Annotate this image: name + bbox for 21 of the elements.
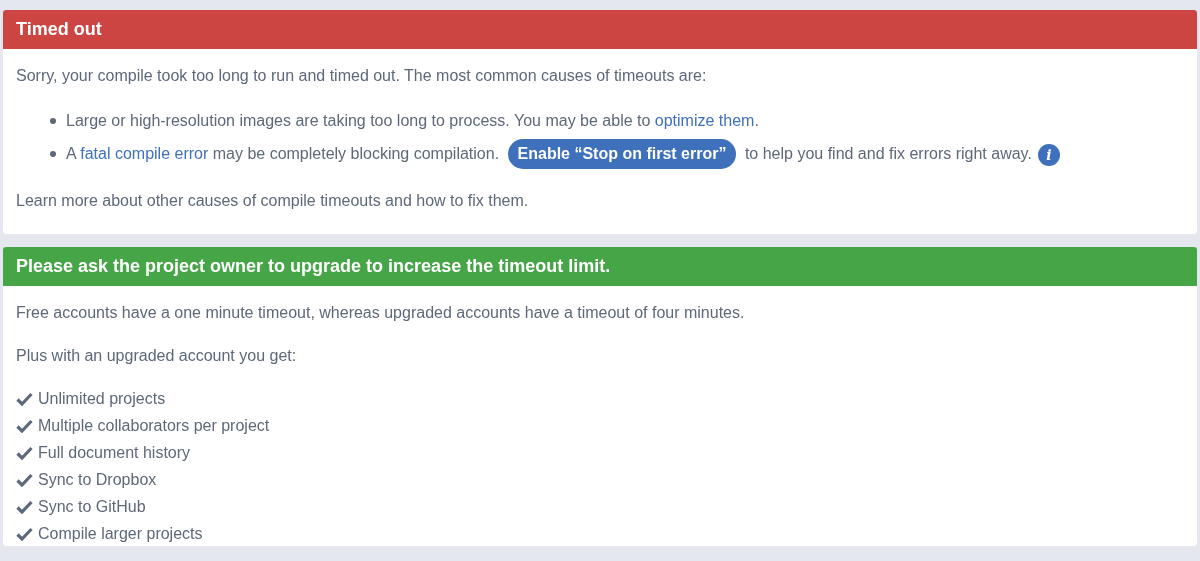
body-text: Learn more about other causes of compile timeouts and how to fix them.	[16, 192, 529, 209]
body-text: .	[754, 112, 759, 129]
body-text: Large or high-resolution images are taking too long to process. You may be able to	[66, 112, 652, 129]
link[interactable]: optimize them	[654, 112, 755, 129]
feature-text: Compile larger projects	[38, 524, 203, 544]
feature-text: Sync to GitHub	[38, 497, 146, 517]
feature-text: Multiple collaborators per project	[38, 416, 270, 436]
feature-text: Sync to Dropbox	[38, 470, 157, 490]
link[interactable]: fatal compile error	[80, 145, 209, 162]
alert-title: Timed out	[16, 18, 102, 41]
body-text: Sorry, your compile took too long to run and timed out. The most common causes of timeouts are:	[16, 67, 707, 84]
body-text: to help you find and fix errors right away.	[743, 145, 1032, 162]
feature-text: Full document history	[38, 443, 191, 463]
body-text: Plus with an upgraded account you get:	[16, 347, 297, 364]
feature-text: Unlimited projects	[38, 389, 166, 409]
body-text: Free accounts have a one minute timeout, whereas upgraded accounts have a timeout of four minutes.	[16, 304, 745, 321]
body-text: A	[66, 145, 78, 162]
alert-title: Please ask the project owner to upgrade to increase the timeout limit.	[16, 255, 611, 278]
enable-stop-on-error-button[interactable]: Enable “Stop on first error”	[507, 139, 737, 169]
info-icon[interactable]: i	[1037, 143, 1060, 166]
body-text: may be completely blocking compilation.	[211, 145, 501, 162]
